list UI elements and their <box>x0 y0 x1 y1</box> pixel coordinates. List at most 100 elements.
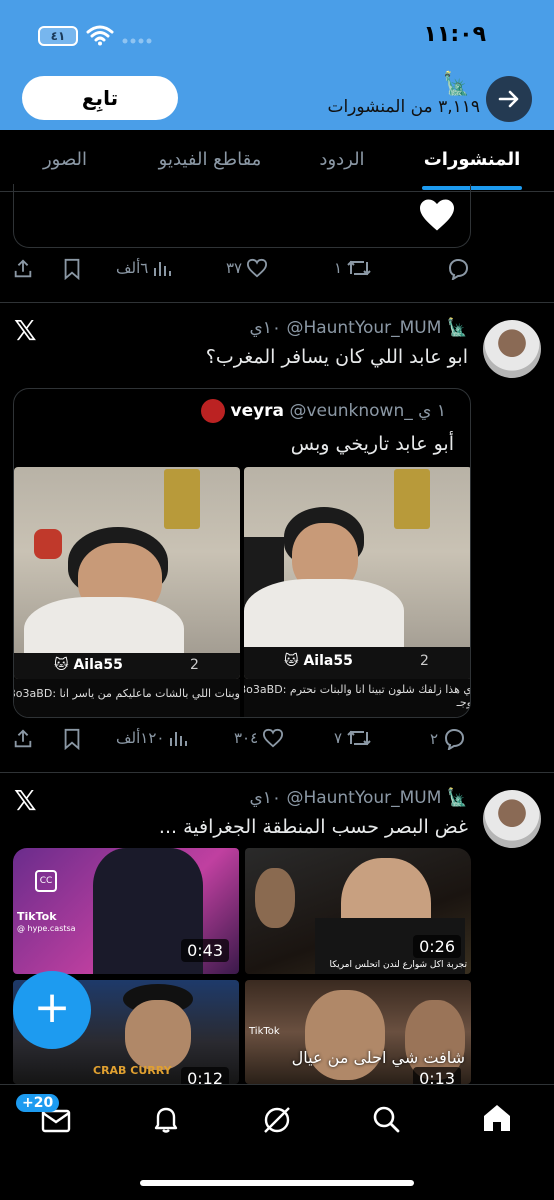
bookmark-icon <box>64 258 80 280</box>
x-logo-icon: 𝕏 <box>14 314 37 347</box>
reply-button[interactable]: ٢ <box>430 728 466 750</box>
tweet-text: ابو عابد اللي كان يسافر المغرب؟ <box>205 346 468 368</box>
caption-right: ي هذا زلفك شلون تبينا انا والبنات نحترم … <box>244 679 471 717</box>
video-thumb-2[interactable]: تجربة اكل شوارع لندن اتحلس امريكا 0:26 <box>245 848 471 974</box>
video-sub-1: @ hype.castsa <box>17 924 76 933</box>
search-icon[interactable] <box>370 1103 402 1135</box>
divider <box>0 772 554 773</box>
quote-text: أبو عابد تاريخي وبس <box>290 433 454 455</box>
avatar[interactable] <box>483 790 541 848</box>
video-overlay-3: CRAB CURRY <box>93 1064 172 1077</box>
previous-post-media[interactable] <box>13 184 471 248</box>
statue-of-liberty-icon: 🗽 <box>446 318 468 338</box>
video-sub-4: TikTok <box>249 1026 280 1037</box>
tweet-time: ١٠ي <box>249 318 282 338</box>
compose-button[interactable]: + <box>13 971 91 1049</box>
avatar[interactable] <box>483 320 541 378</box>
tweet-text: غض البصر حسب المنطقة الجغرافية ... <box>158 816 468 838</box>
caption-right-line2: وجـ <box>456 696 471 709</box>
quote-image-left[interactable]: 🐱 Aila55 2 <box>14 467 240 679</box>
x-logo-icon: 𝕏 <box>14 784 37 817</box>
stream-tag-right: 🐱 Aila55 <box>284 653 353 669</box>
like-button[interactable]: ٣٧ <box>226 258 268 278</box>
tab-posts[interactable]: المنشورات <box>412 130 532 190</box>
video-overlay-4: شافت شي احلى من عيال <box>291 1048 465 1067</box>
reply-icon <box>445 728 465 750</box>
posts-count: ٣,١١٩ من المنشورات <box>327 97 480 117</box>
views-count: ١٢٠ألف <box>116 729 165 747</box>
tweet1-actions: ١٢٠ألف ٣٠٤ ٧ ٢ <box>12 728 472 758</box>
wifi-icon <box>86 25 114 46</box>
stream-num-right: 2 <box>420 653 429 669</box>
video-thumb-1[interactable]: CC TikTok @ hype.castsa 0:43 <box>13 848 239 974</box>
retweets-count: ١ <box>334 259 343 277</box>
statue-of-liberty-icon: 🗽 <box>446 788 468 808</box>
caption-left: وبنات اللي بالشات ماعليكم من ياسر انا :B… <box>14 679 240 717</box>
signal-icon <box>122 38 152 44</box>
quote-image-right[interactable]: 🐱 Aila55 2 <box>244 467 470 679</box>
battery-indicator: ٤١ <box>38 26 78 46</box>
quote-time: ١ ي <box>418 401 446 421</box>
bookmark-button[interactable] <box>62 258 82 280</box>
status-time: ١١:٠٩ <box>423 22 486 47</box>
caption-right-line1: ي هذا زلفك شلون تبينا انا والبنات نحترم … <box>244 683 470 696</box>
video-overlay-1: TikTok <box>17 910 57 923</box>
tweet-handle[interactable]: @HauntYour_MUM <box>286 318 441 338</box>
tweet-meta: ١٠ي @HauntYour_MUM 🗽 <box>249 788 468 808</box>
grok-icon[interactable] <box>260 1103 294 1137</box>
heart-filled-icon <box>420 199 454 231</box>
statue-of-liberty-icon: 🗽 <box>442 72 470 97</box>
video-duration-1: 0:43 <box>181 939 229 962</box>
video-duration-3: 0:12 <box>181 1067 229 1084</box>
views-icon <box>170 732 188 746</box>
home-icon[interactable] <box>480 1101 514 1135</box>
quote-avatar <box>201 399 226 423</box>
stream-tag-left: 🐱 Aila55 <box>54 657 123 673</box>
views-button[interactable]: ١٢٠ألف <box>116 728 188 748</box>
tweet-meta: ١٠ي @HauntYour_MUM 🗽 <box>249 318 468 338</box>
likes-count: ٣٧ <box>226 259 243 277</box>
reply-icon <box>448 258 469 280</box>
retweet-icon <box>347 730 371 746</box>
retweet-button[interactable]: ٧ <box>334 728 372 748</box>
tweet-time: ١٠ي <box>249 788 282 808</box>
back-button[interactable] <box>486 76 532 122</box>
quote-meta: veyra @veunknown_ ١ ي <box>201 399 446 423</box>
reply-button[interactable] <box>446 258 470 280</box>
replies-count: ٢ <box>430 730 439 748</box>
heart-icon <box>263 728 284 748</box>
heart-icon <box>247 258 268 278</box>
share-icon <box>14 259 32 278</box>
share-button[interactable] <box>12 258 34 280</box>
quoted-tweet[interactable]: veyra @veunknown_ ١ ي أبو عابد تاريخي وب… <box>13 388 471 718</box>
video-thumb-4[interactable]: TikTok شافت شي احلى من عيال 0:13 <box>245 980 471 1084</box>
cc-icon: CC <box>35 870 57 892</box>
video-duration-4: 0:13 <box>413 1067 461 1084</box>
bookmark-icon <box>64 728 80 750</box>
like-button[interactable]: ٣٠٤ <box>234 728 284 748</box>
share-button[interactable] <box>12 728 34 750</box>
profile-tabs: المنشورات الردود مقاطع الفيديو الصور <box>0 130 554 192</box>
tab-photos[interactable]: الصور <box>30 130 100 190</box>
divider <box>0 302 554 303</box>
video-overlay-2: تجربة اكل شوارع لندن اتحلس امريكا <box>329 960 468 970</box>
retweet-button[interactable]: ١ <box>334 258 372 278</box>
home-indicator <box>140 1180 414 1186</box>
tab-videos[interactable]: مقاطع الفيديو <box>140 130 280 190</box>
tweet-handle[interactable]: @HauntYour_MUM <box>286 788 441 808</box>
likes-count: ٣٠٤ <box>234 729 259 747</box>
messages-badge: +20 <box>16 1094 60 1112</box>
retweets-count: ٧ <box>334 729 343 747</box>
views-button[interactable]: ٦ألف <box>116 258 172 278</box>
notifications-icon[interactable] <box>150 1103 182 1135</box>
tab-replies[interactable]: الردود <box>302 130 382 190</box>
follow-button[interactable]: تابِع <box>22 76 178 120</box>
quote-handle: @veunknown_ <box>289 401 413 421</box>
views-count: ٦ألف <box>116 259 149 277</box>
video-duration-2: 0:26 <box>413 935 461 958</box>
arrow-right-icon <box>498 90 519 108</box>
views-icon <box>154 262 172 276</box>
share-icon <box>14 729 32 748</box>
stream-num-left: 2 <box>190 657 199 673</box>
bookmark-button[interactable] <box>62 728 82 750</box>
